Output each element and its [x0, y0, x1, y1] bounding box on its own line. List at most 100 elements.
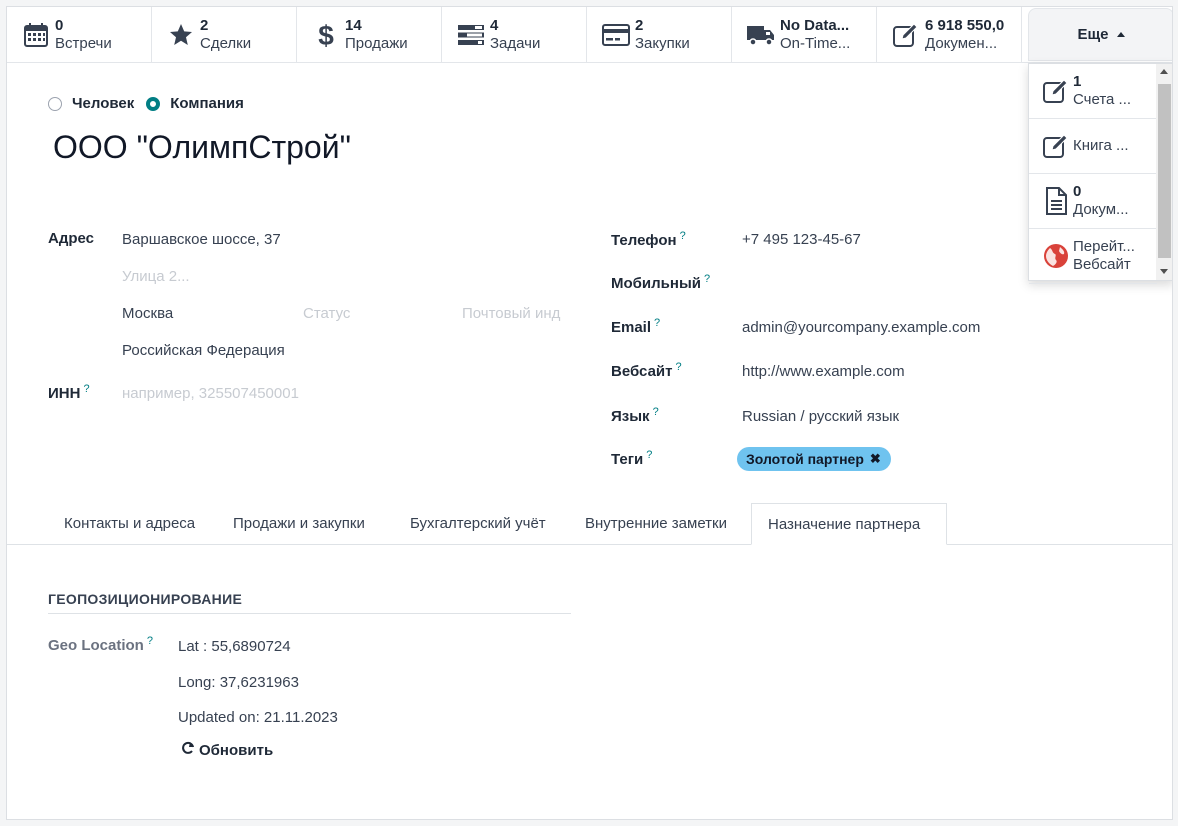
- radio-person[interactable]: Человек: [48, 95, 134, 112]
- phone-label: Телефон?: [611, 230, 686, 249]
- edit-icon: [1041, 76, 1071, 106]
- calendar-icon: [21, 20, 51, 50]
- scroll-up-arrow-icon[interactable]: [1160, 69, 1168, 74]
- invoices-label: Счета ...: [1073, 91, 1132, 108]
- refresh-geolocation-button[interactable]: Обновить: [181, 741, 273, 759]
- tasks-button[interactable]: 4 Задачи: [442, 7, 587, 62]
- help-icon[interactable]: ?: [147, 635, 153, 647]
- edit-icon: [1041, 131, 1071, 161]
- inn-field[interactable]: например, 325507450001: [122, 385, 299, 402]
- documents-amount-value: 6 918 550,0: [925, 16, 1005, 34]
- tag-badge: Золотой партнер ✖: [737, 447, 891, 471]
- documents-label: Докум...: [1073, 201, 1129, 218]
- email-label-text: Email: [611, 319, 652, 336]
- zip-field[interactable]: Почтовый инд: [462, 305, 567, 322]
- phone-label-text: Телефон: [611, 232, 677, 249]
- on-time-label: On-Time...: [780, 34, 851, 52]
- smart-button-bar: 0 Встречи 2 Сделки $ 14 Продажи 4 Задачи 2 За…: [7, 7, 1172, 63]
- help-icon[interactable]: ?: [675, 361, 681, 373]
- partner-name-field[interactable]: ООО "ОлимпСтрой": [53, 129, 351, 166]
- ledger-button[interactable]: Книга ...: [1029, 119, 1157, 174]
- help-icon[interactable]: ?: [704, 273, 710, 285]
- invoices-button[interactable]: 1 Счета ...: [1029, 64, 1157, 119]
- country-field[interactable]: Российская Федерация: [122, 342, 285, 359]
- street-field[interactable]: Варшавское шоссе, 37: [122, 231, 281, 248]
- website-label: Вебсайт: [1073, 256, 1131, 273]
- tags-label: Теги?: [611, 449, 652, 468]
- dropdown-scrollbar[interactable]: [1156, 64, 1172, 280]
- mobile-label-text: Мобильный: [611, 275, 701, 292]
- caret-up-icon: [1116, 32, 1125, 37]
- refresh-label: Обновить: [199, 741, 274, 759]
- geo-location-label: Geo Location?: [48, 635, 153, 654]
- tab-internal-notes[interactable]: Внутренние заметки: [569, 503, 743, 544]
- tab-accounting[interactable]: Бухгалтерский учёт: [394, 503, 562, 544]
- state-field[interactable]: Статус: [303, 305, 350, 322]
- tag-label: Золотой партнер: [746, 451, 864, 467]
- deals-button[interactable]: 2 Сделки: [152, 7, 297, 62]
- company-type-radio: Человек Компания: [48, 95, 256, 112]
- help-icon[interactable]: ?: [654, 317, 660, 329]
- language-label-text: Язык: [611, 408, 650, 425]
- on-time-button[interactable]: No Data... On-Time...: [732, 7, 877, 62]
- deals-count: 2: [200, 16, 209, 34]
- purchases-button[interactable]: 2 Закупки: [587, 7, 732, 62]
- more-button[interactable]: Еще: [1028, 8, 1172, 61]
- more-dropdown: 1 Счета ... Книга ... 0 Докум... Перейт...…: [1028, 63, 1172, 284]
- sales-count: 14: [345, 16, 362, 34]
- scrollbar-thumb[interactable]: [1158, 84, 1171, 258]
- radio-company-label: Компания: [170, 95, 244, 112]
- documents-count: 0: [1073, 183, 1082, 200]
- language-field[interactable]: Russian / русский язык: [742, 408, 899, 425]
- updated-on-value: Updated on: 21.11.2023: [178, 709, 338, 726]
- city-field[interactable]: Москва: [122, 305, 173, 322]
- scroll-down-arrow-icon[interactable]: [1160, 269, 1168, 274]
- website-label: Вебсайт?: [611, 361, 682, 380]
- address-label: Адрес: [48, 230, 95, 247]
- help-icon[interactable]: ?: [646, 449, 652, 461]
- form-sheet: 0 Встречи 2 Сделки $ 14 Продажи 4 Задачи 2 За…: [6, 6, 1173, 820]
- credit-card-icon: [601, 20, 631, 50]
- globe-icon: [1041, 241, 1071, 271]
- truck-icon: [746, 20, 776, 50]
- radio-company[interactable]: Компания: [146, 95, 244, 112]
- meetings-count: 0: [55, 16, 64, 34]
- remove-tag-icon[interactable]: ✖: [870, 451, 881, 467]
- edit-icon: [891, 20, 921, 50]
- svg-text:$: $: [318, 20, 334, 50]
- documents-amount-button[interactable]: 6 918 550,0 Докумен...: [877, 7, 1022, 62]
- street2-field[interactable]: Улица 2...: [122, 268, 190, 285]
- help-icon[interactable]: ?: [653, 406, 659, 418]
- email-label: Email?: [611, 317, 660, 336]
- radio-person-circle[interactable]: [48, 96, 62, 111]
- tab-contacts[interactable]: Контакты и адреса: [48, 503, 211, 544]
- help-icon[interactable]: ?: [83, 383, 89, 395]
- inn-label-text: ИНН: [48, 385, 81, 402]
- tags-label-text: Теги: [611, 451, 644, 468]
- star-icon: [166, 20, 196, 50]
- go-to-website-button[interactable]: Перейт... Вебсайт: [1029, 229, 1157, 284]
- radio-company-circle[interactable]: [146, 96, 161, 111]
- geolocation-section-title: ГЕОПОЗИЦИОНИРОВАНИЕ: [48, 591, 571, 614]
- documents-amount-label: Докумен...: [925, 34, 998, 52]
- language-label: Язык?: [611, 406, 659, 425]
- sales-button[interactable]: $ 14 Продажи: [297, 7, 442, 62]
- tab-sales-purchases[interactable]: Продажи и закупки: [217, 503, 381, 544]
- website-field[interactable]: http://www.example.com: [742, 363, 905, 380]
- purchases-label: Закупки: [635, 34, 690, 52]
- inn-label: ИНН?: [48, 383, 90, 402]
- documents-button[interactable]: 0 Докум...: [1029, 174, 1157, 229]
- geo-location-label-text: Geo Location: [48, 637, 144, 654]
- latitude-value: Lat : 55,6890724: [178, 638, 291, 655]
- invoices-count: 1: [1073, 73, 1082, 90]
- tab-partner-assignment[interactable]: Назначение партнера: [751, 503, 947, 545]
- email-field[interactable]: admin@yourcompany.example.com: [742, 319, 980, 336]
- go-to-label: Перейт...: [1073, 238, 1135, 255]
- phone-field[interactable]: +7 495 123-45-67: [742, 231, 861, 248]
- longitude-value: Long: 37,6231963: [178, 674, 299, 691]
- tasks-count: 4: [490, 16, 499, 34]
- meetings-button[interactable]: 0 Встречи: [7, 7, 152, 62]
- on-time-value: No Data...: [780, 16, 850, 34]
- mobile-label: Мобильный?: [611, 273, 710, 292]
- help-icon[interactable]: ?: [680, 230, 686, 242]
